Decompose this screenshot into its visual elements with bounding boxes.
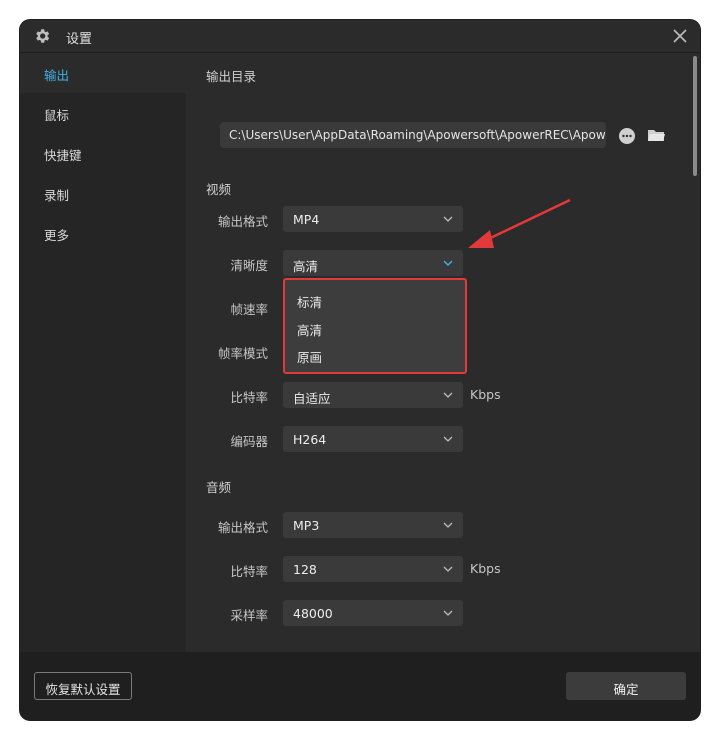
sidebar-item-hotkeys[interactable]: 快捷键 [20,133,186,173]
footer-bar: 恢复默认设置 确定 [20,652,700,720]
video-bitrate-label: 比特率 [230,390,268,405]
sidebar-item-record[interactable]: 录制 [20,173,186,213]
audio-sample-rate-select[interactable]: 48000 [283,600,463,626]
quality-option-label: 标清 [297,295,323,310]
audio-bitrate-unit: Kbps [470,561,501,576]
more-options-icon[interactable] [618,127,636,145]
chevron-down-icon [443,260,453,266]
video-quality-value: 高清 [293,259,319,274]
video-bitrate-unit: Kbps [470,387,501,402]
sidebar-item-more[interactable]: 更多 [20,213,186,253]
sidebar-item-label: 鼠标 [44,108,70,123]
audio-format-select[interactable]: MP3 [283,512,463,538]
title-bar: 设置 [20,20,700,53]
scrollbar[interactable] [693,56,697,176]
output-path-field[interactable]: C:\Users\User\AppData\Roaming\Apowersoft… [220,122,606,148]
folder-icon[interactable] [646,126,666,144]
chevron-down-icon [443,392,453,398]
video-format-value: MP4 [293,212,320,227]
video-format-label: 输出格式 [217,214,268,229]
video-quality-label: 清晰度 [230,258,268,273]
audio-bitrate-label: 比特率 [230,564,268,579]
quality-dropdown-menu: 标清 高清 原画 [283,278,467,374]
chevron-down-icon [443,436,453,442]
audio-sample-rate-label: 采样率 [230,608,268,623]
section-title-audio: 音频 [206,480,232,495]
quality-option-sd[interactable]: 标清 [285,286,465,312]
video-bitrate-select[interactable]: 自适应 [283,382,463,408]
quality-option-original[interactable]: 原画 [285,341,465,367]
quality-option-hd[interactable]: 高清 [285,314,465,340]
chevron-down-icon [443,610,453,616]
video-format-select[interactable]: MP4 [283,206,463,232]
annotation-arrow [468,198,571,248]
video-codec-label: 编码器 [230,434,268,449]
sidebar-item-label: 输出 [44,68,70,83]
video-codec-select[interactable]: H264 [283,426,463,452]
section-title-video: 视频 [206,182,232,197]
reset-defaults-button[interactable]: 恢复默认设置 [34,672,132,700]
ok-label: 确定 [613,682,639,697]
chevron-down-icon [443,566,453,572]
ok-button[interactable]: 确定 [566,672,686,700]
settings-window: 设置 输出 鼠标 快捷键 录制 更多 输出目录 C:\Users\User\Ap… [20,20,700,720]
video-codec-value: H264 [293,432,327,447]
audio-bitrate-value: 128 [293,562,317,577]
sidebar-item-mouse[interactable]: 鼠标 [20,93,186,133]
video-bitrate-value: 自适应 [293,391,331,406]
video-fps-label: 帧速率 [230,302,268,317]
reset-defaults-label: 恢复默认设置 [45,682,121,697]
sidebar-item-label: 快捷键 [44,148,82,163]
chevron-down-icon [443,522,453,528]
quality-option-label: 高清 [297,323,323,338]
sidebar: 输出 鼠标 快捷键 录制 更多 [20,53,186,652]
video-fps-mode-label: 帧率模式 [217,346,268,361]
window-title: 设置 [66,32,93,47]
sidebar-item-label: 更多 [44,228,70,243]
sidebar-item-label: 录制 [44,188,70,203]
close-icon[interactable] [670,26,690,46]
audio-format-label: 输出格式 [217,520,268,535]
audio-format-value: MP3 [293,518,320,533]
section-title-output-dir: 输出目录 [206,69,257,84]
chevron-down-icon [443,216,453,222]
output-path-value: C:\Users\User\AppData\Roaming\Apowersoft… [229,128,606,142]
video-quality-select[interactable]: 高清 [283,250,463,276]
audio-sample-rate-value: 48000 [293,606,333,621]
gear-icon [36,29,50,43]
quality-option-label: 原画 [297,350,323,365]
audio-bitrate-select[interactable]: 128 [283,556,463,582]
sidebar-item-output[interactable]: 输出 [20,53,186,93]
settings-content: 输出目录 C:\Users\User\AppData\Roaming\Apowe… [186,53,700,674]
